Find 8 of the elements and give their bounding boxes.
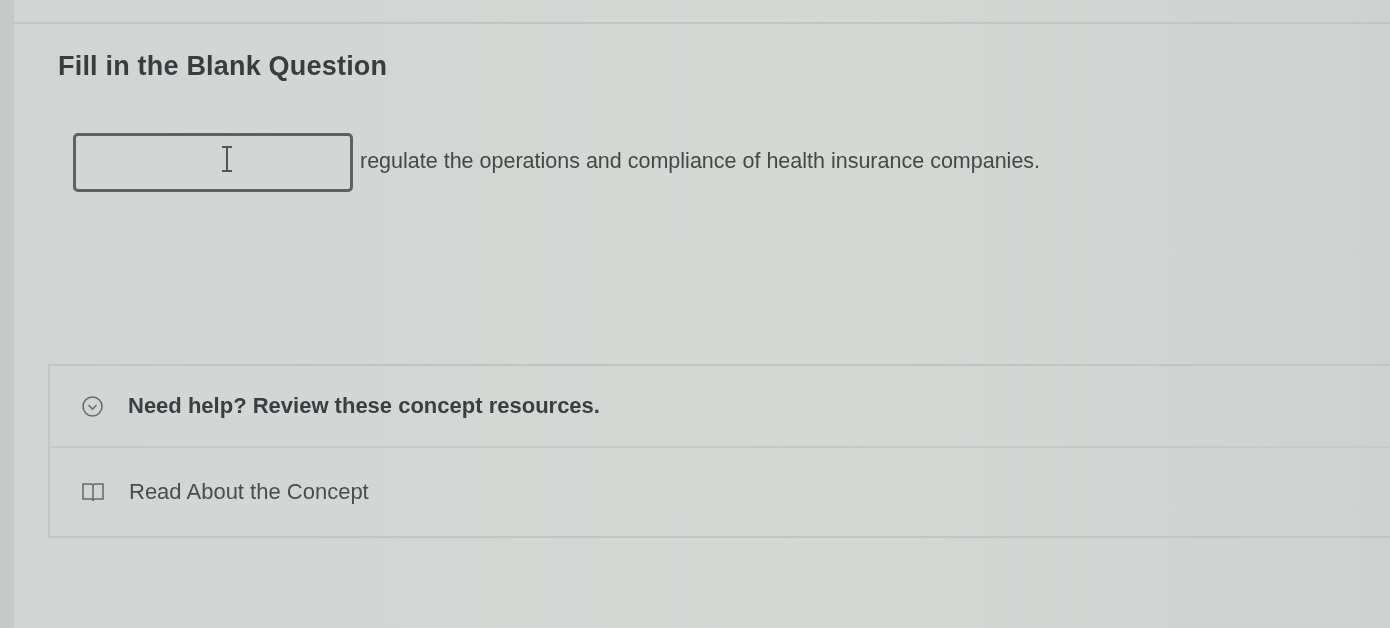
answer-box[interactable] xyxy=(73,133,353,192)
question-title: Fill in the Blank Question xyxy=(58,50,388,82)
question-text: regulate the operations and compliance of health insurance companies. xyxy=(360,147,1041,174)
book-icon xyxy=(82,482,104,502)
help-toggle[interactable]: Need help? Review these concept resources. xyxy=(50,364,1390,446)
chevron-circle-icon xyxy=(82,395,103,417)
resource-link[interactable]: Read About the Concept xyxy=(129,479,369,505)
text-cursor-icon xyxy=(221,146,233,172)
